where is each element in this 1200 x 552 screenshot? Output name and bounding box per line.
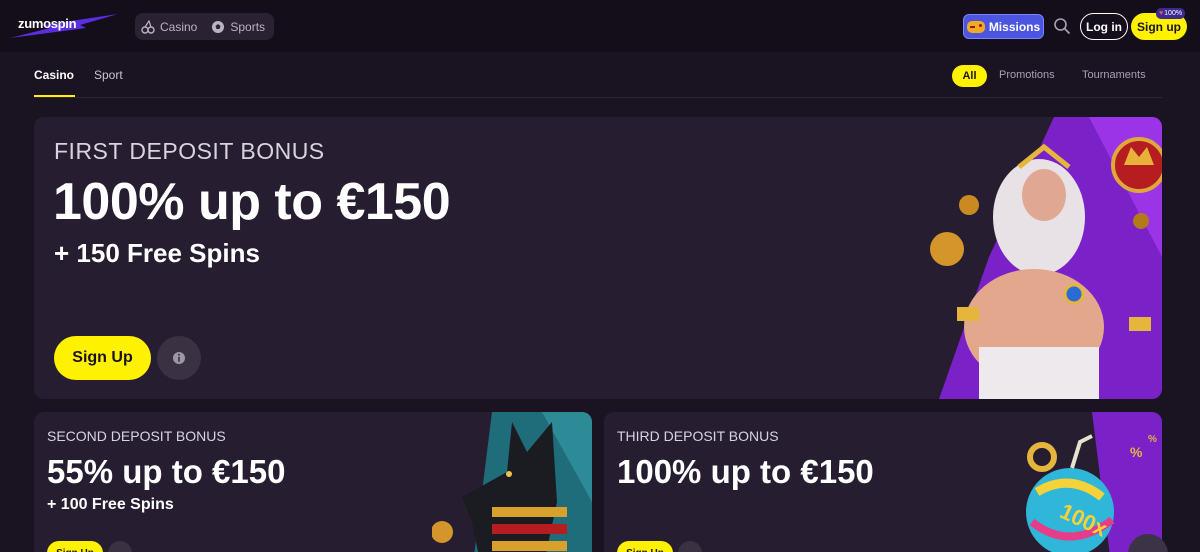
tab-sport[interactable]: Sport [94,68,123,82]
card-title: 55% up to €150 [47,453,286,490]
filter-tournaments[interactable]: Tournaments [1082,69,1146,81]
signup-badge-text: 100% [1164,10,1183,17]
hero-extra: + 150 Free Spins [54,238,260,268]
hero-title: 100% up to €150 [53,173,451,231]
card-signup-button[interactable]: Sign Up [617,541,673,552]
card-title: 100% up to €150 [617,453,874,490]
vertical-casino-label: Casino [160,19,198,34]
vertical-sports[interactable]: Sports [211,20,265,34]
login-button[interactable]: Log in [1080,13,1128,40]
vertical-casino[interactable]: Casino [141,19,198,34]
third-deposit-card: THIRD DEPOSIT BONUS 100% up to €150 Sign… [604,412,1162,552]
second-deposit-card: SECOND DEPOSIT BONUS 55% up to €150 + 10… [34,412,592,552]
vertical-sports-label: Sports [230,19,266,34]
filter-all[interactable]: All [952,65,987,87]
zeus-illustration [930,117,1162,399]
logo-text: zumospin [18,16,77,31]
vertical-switcher: Casino Sports [135,13,274,40]
first-deposit-banner: FIRST DEPOSIT BONUS 100% up to €150 + 15… [34,117,1162,399]
card-subtitle: SECOND DEPOSIT BONUS [47,428,226,444]
gamepad-icon [966,20,985,33]
active-tab-indicator [34,95,75,97]
card-subtitle: THIRD DEPOSIT BONUS [617,428,779,444]
search-icon[interactable] [1053,17,1071,35]
svg-text:%: % [1148,434,1157,445]
hero-signup-button[interactable]: Sign Up [54,336,151,380]
filter-promotions[interactable]: Promotions [999,69,1055,81]
soccer-ball-icon [211,20,225,34]
card-info-button[interactable] [678,541,702,552]
hero-subtitle: FIRST DEPOSIT BONUS [54,138,325,164]
bomb-illustration: % % 100x [1026,412,1162,552]
heart-icon: ♥ [1159,10,1164,17]
info-icon [173,352,185,364]
hero-info-button[interactable] [157,336,201,380]
cherries-icon [141,19,155,34]
card-signup-button[interactable]: Sign Up [47,541,103,552]
signup-bonus-badge: ♥ 100% [1156,8,1186,19]
tab-casino[interactable]: Casino [34,68,74,82]
card-extra: + 100 Free Spins [47,496,174,513]
card-info-button[interactable] [108,541,132,552]
anubis-illustration [432,412,592,552]
missions-label: Missions [988,19,1041,34]
svg-text:%: % [1130,444,1143,460]
missions-button[interactable]: Missions [963,14,1044,39]
top-bar: zumospin Casino Sports Missions Log in S… [0,0,1200,52]
promotions-subnav: Casino Sport All Promotions Tournaments [34,60,1162,98]
logo[interactable]: zumospin [10,12,118,40]
